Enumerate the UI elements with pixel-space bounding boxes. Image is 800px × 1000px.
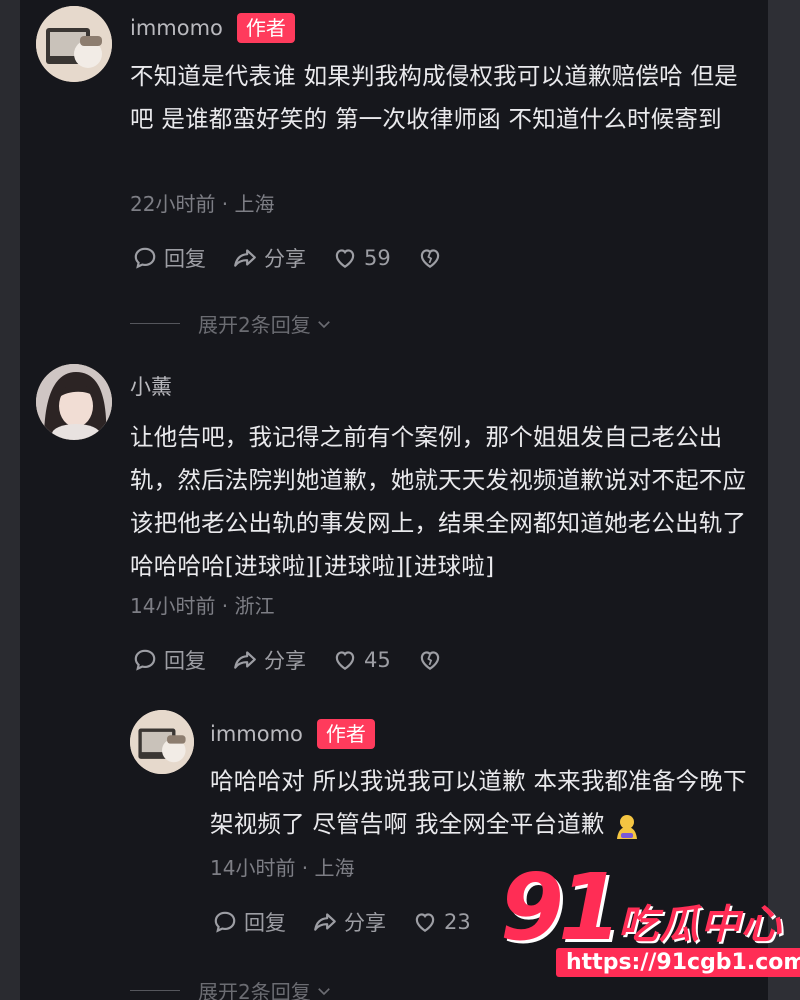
expand-replies[interactable]: 展开2条回复 [130,976,333,1000]
comment-meta: 22小时前 · 上海 [130,192,275,216]
avatar-image [36,364,112,440]
share-label: 分享 [264,649,306,673]
dislike-heart-icon [420,249,439,268]
avatar-image [36,6,112,82]
comment-text: 让他告吧，我记得之前有个案例，那个姐姐发自己老公出轨，然后法院判她道歉，她就天天… [130,423,747,580]
comment-text: 不知道是代表谁 如果判我构成侵权我可以道歉赔偿哈 但是吧 是谁都蛮好笑的 第一次… [130,62,738,133]
comment-text: 哈哈哈对 所以我说我可以道歉 本来我都准备今晚下架视频了 尽管告啊 我全网全平台… [210,767,747,838]
comment-meta: 14小时前 · 浙江 [130,594,275,618]
share-icon [314,913,336,931]
dislike-button[interactable] [417,647,449,673]
reply-button[interactable]: 回复 [132,645,206,675]
avatar-image [130,710,194,774]
reply-button[interactable]: 回复 [212,907,286,937]
like-button[interactable]: 59 [332,245,391,271]
heart-icon [415,913,435,932]
watermark-name: 吃瓜中心 [618,902,782,948]
comment-icon [134,247,156,269]
share-button[interactable]: 分享 [232,243,306,273]
watermark-url: https://91cgb1.com [556,948,800,977]
watermark-number: 91 [500,854,622,961]
username[interactable]: immomo [210,722,303,746]
expand-label: 展开2条回复 [198,313,311,337]
share-button[interactable]: 分享 [312,907,386,937]
like-count: 59 [364,246,391,270]
avatar[interactable] [36,6,112,82]
like-button[interactable]: 45 [332,647,391,673]
reply-label: 回复 [164,247,206,271]
comment-meta: 14小时前 · 上海 [210,856,355,880]
username[interactable]: 小薰 [130,371,172,401]
heart-icon [335,651,355,670]
bowing-emoji-icon [617,814,638,839]
comment-icon [214,911,236,933]
reply-button[interactable]: 回复 [132,243,206,273]
expand-label: 展开2条回复 [198,980,311,1000]
watermark-logo: 91 吃瓜中心 https://91cgb1.com [500,862,800,992]
share-icon [234,651,256,669]
author-badge: 作者 [316,719,375,749]
chevron-down-icon [317,987,330,995]
divider-line [130,990,180,991]
share-icon [234,249,256,267]
like-button[interactable]: 23 [412,909,471,935]
reply-label: 回复 [244,911,286,935]
divider-line [130,323,180,324]
dislike-button[interactable] [417,245,449,271]
dislike-heart-icon [420,651,439,670]
share-button[interactable]: 分享 [232,645,306,675]
avatar[interactable] [130,710,194,774]
username[interactable]: immomo [130,16,223,40]
share-label: 分享 [344,911,386,935]
like-count: 23 [444,910,471,934]
avatar[interactable] [36,364,112,440]
chevron-down-icon [317,320,330,328]
share-label: 分享 [264,247,306,271]
side-panel [768,0,800,1000]
reply-label: 回复 [164,649,206,673]
like-count: 45 [364,648,391,672]
comment-icon [134,649,156,671]
expand-replies[interactable]: 展开2条回复 [130,309,333,338]
heart-icon [335,249,355,268]
author-badge: 作者 [236,13,295,43]
